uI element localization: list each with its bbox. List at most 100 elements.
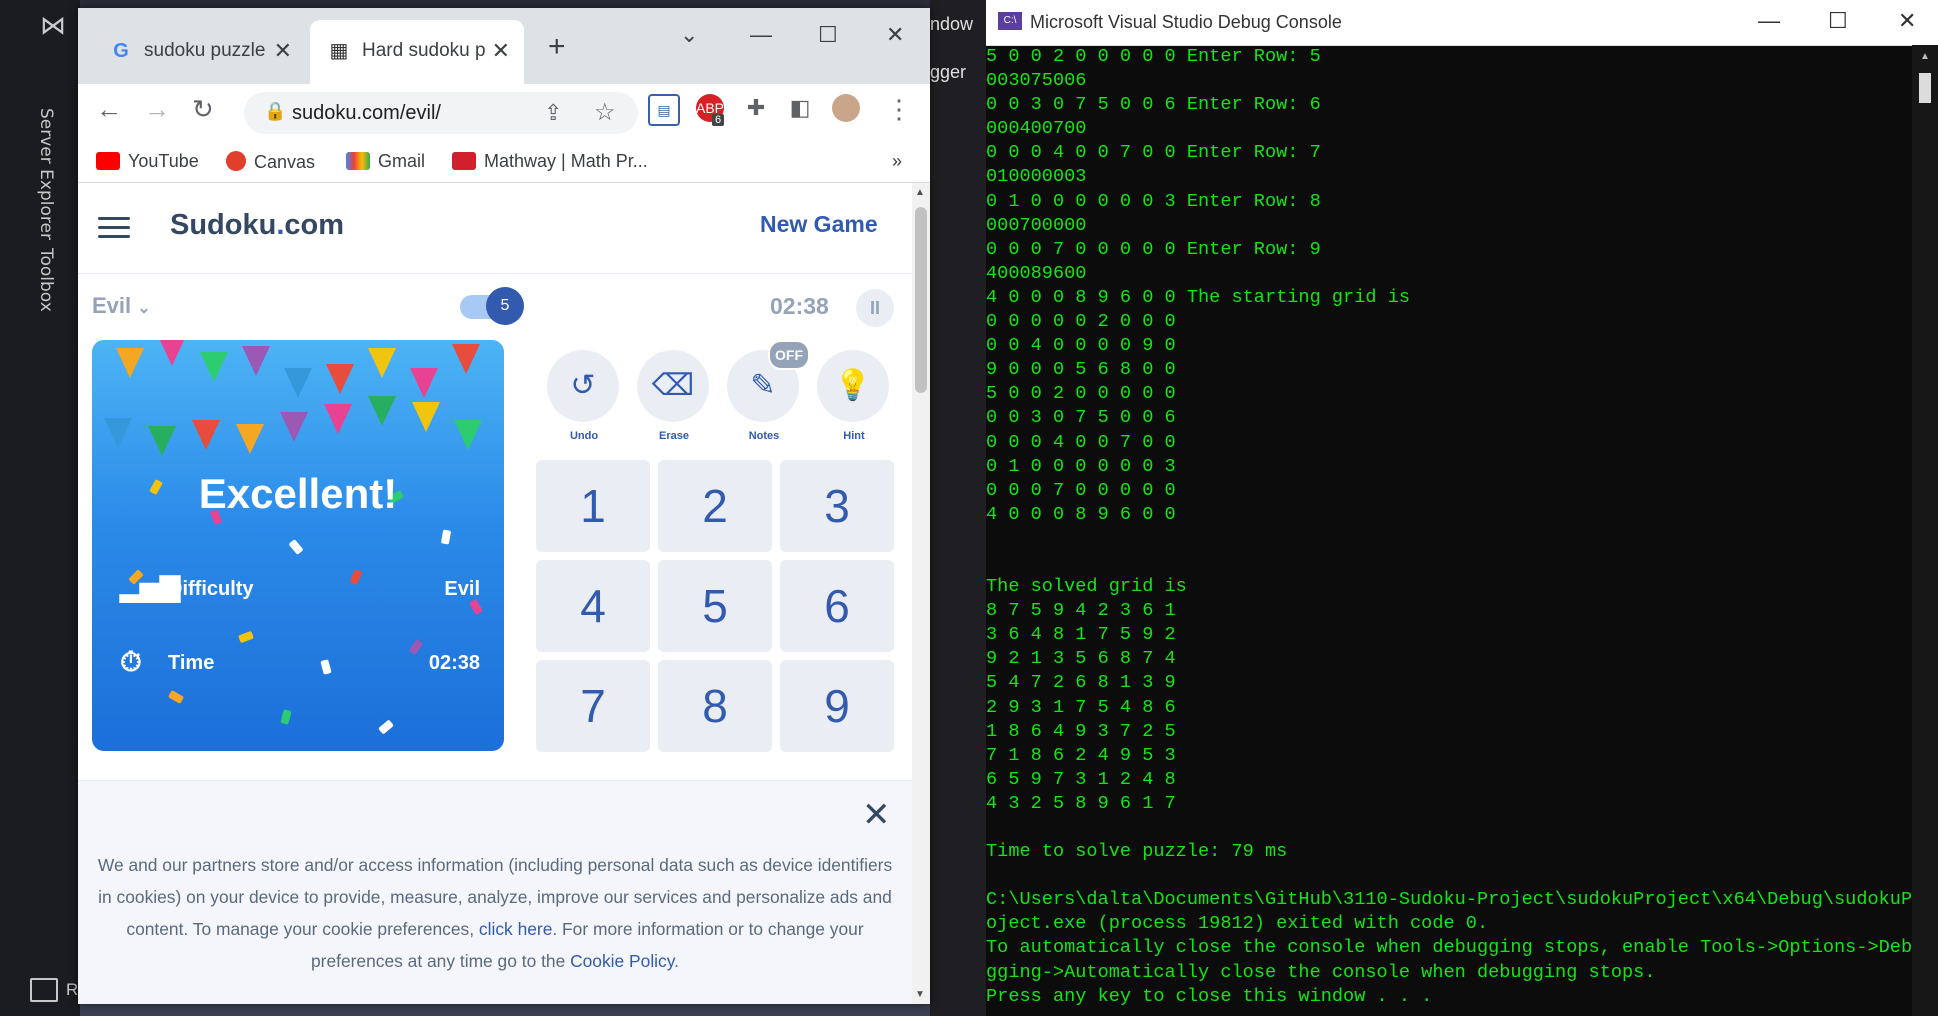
server-explorer-tab[interactable]: Server Explorer	[36, 108, 56, 240]
visual-studio-logo-icon: ⋈	[40, 10, 66, 40]
hint-button[interactable]: 💡 Hint	[817, 350, 891, 442]
bunting-flag	[148, 426, 176, 456]
console-line: 0 0 0 7 0 0 0 0 0	[986, 479, 1176, 501]
close-window-icon[interactable]: ✕	[1898, 8, 1916, 34]
undo-button[interactable]: ↺ Undo	[547, 350, 621, 442]
console-line: 5 4 7 2 6 8 1 3 9	[986, 672, 1176, 694]
number-key-5[interactable]: 5	[658, 560, 772, 652]
tab-hard-sudoku[interactable]: ▦ Hard sudoku p ✕	[310, 20, 524, 84]
lock-icon[interactable]: 🔒	[264, 101, 286, 122]
scroll-up-icon[interactable]: ▲	[1920, 51, 1930, 62]
bunting-flag	[104, 418, 132, 448]
number-key-7[interactable]: 7	[536, 660, 650, 752]
difficulty-dropdown[interactable]: Evil ⌄	[92, 293, 151, 319]
console-line: 000700000	[986, 214, 1087, 236]
maximize-icon[interactable]: ☐	[1828, 8, 1848, 34]
minimize-icon[interactable]: —	[1758, 8, 1780, 34]
share-icon[interactable]: ⇪	[544, 100, 562, 126]
hamburger-menu-icon[interactable]	[98, 217, 130, 239]
bookmarks-bar: YouTube Canvas Gmail Mathway | Math Pr..…	[78, 142, 930, 183]
console-line: 9 0 0 0 5 6 8 0 0	[986, 359, 1176, 381]
console-line: 0 0 0 7 0 0 0 0 0 Enter Row: 9	[986, 238, 1321, 260]
page-scrollbar[interactable]: ▲ ▼	[912, 183, 930, 1004]
number-key-1[interactable]: 1	[536, 460, 650, 552]
calculator-extension-icon[interactable]: ▤	[648, 94, 680, 126]
pause-button[interactable]: II	[856, 289, 894, 327]
menu-fragment-window[interactable]: ndow	[930, 14, 973, 35]
cookie-text-part: .	[674, 951, 679, 971]
bookmarks-overflow-icon[interactable]: »	[892, 151, 902, 172]
console-output[interactable]: 5 0 0 2 0 0 0 0 0 Enter Row: 5 003075006 0…	[986, 45, 1912, 1016]
back-icon[interactable]: ←	[96, 94, 122, 125]
auto-check-toggle[interactable]: 5	[460, 287, 524, 325]
tab-title: sudoku puzzle	[144, 40, 266, 61]
extensions-puzzle-icon[interactable]: ✚	[742, 94, 770, 122]
debug-console-window: C:\ Microsoft Visual Studio Debug Consol…	[986, 0, 1938, 1016]
toolbox-tab[interactable]: Toolbox	[36, 248, 56, 312]
site-header: Sudoku.com New Game	[78, 183, 912, 274]
tab-sudoku-puzzle[interactable]: G sudoku puzzle ✕	[92, 20, 306, 84]
number-key-4[interactable]: 4	[536, 560, 650, 652]
close-tab-icon[interactable]: ✕	[492, 38, 510, 64]
bookmark-canvas[interactable]: Canvas	[226, 151, 315, 173]
url-text: sudoku.com/evil/	[292, 102, 441, 124]
console-scrollbar[interactable]: ▲	[1912, 45, 1938, 1016]
undo-label: Undo	[569, 430, 599, 442]
tab-search-icon[interactable]: ⌄	[680, 22, 698, 48]
reload-icon[interactable]: ↻	[192, 94, 214, 125]
erase-label: Erase	[659, 430, 689, 442]
console-line: 000400700	[986, 118, 1087, 140]
new-tab-button[interactable]: +	[548, 30, 566, 64]
number-key-3[interactable]: 3	[780, 460, 894, 552]
number-key-8[interactable]: 8	[658, 660, 772, 752]
console-line: 0 0 0 0 0 2 0 0 0	[986, 311, 1176, 333]
close-tab-icon[interactable]: ✕	[274, 38, 292, 64]
scroll-up-icon[interactable]: ▲	[915, 187, 925, 198]
output-window-icon[interactable]	[30, 978, 58, 1002]
close-window-icon[interactable]: ✕	[886, 22, 904, 48]
bunting-flag	[368, 396, 396, 426]
maximize-icon[interactable]: ☐	[818, 22, 838, 48]
chrome-menu-icon[interactable]: ⋮	[886, 94, 912, 125]
forward-icon[interactable]: →	[144, 94, 170, 125]
sudoku-grid-icon: ▦	[329, 40, 349, 62]
site-logo[interactable]: Sudoku.com	[170, 209, 344, 242]
difficulty-label: Difficulty	[168, 578, 254, 600]
erase-button[interactable]: ⌫ Erase	[637, 350, 711, 442]
bookmark-label: YouTube	[128, 151, 199, 171]
bookmark-star-icon[interactable]: ☆	[594, 98, 616, 127]
console-line: 4 0 0 0 8 9 6 0 0 The starting grid is	[986, 286, 1411, 308]
address-bar[interactable]: 🔒 sudoku.com/evil/ ⇪ ☆	[244, 92, 638, 134]
scrollbar-thumb[interactable]	[1919, 73, 1931, 103]
bookmark-youtube[interactable]: YouTube	[96, 151, 199, 172]
confetti	[408, 638, 424, 656]
new-game-button[interactable]: New Game	[760, 211, 878, 238]
visual-studio-editor-strip: ndow gger	[930, 0, 986, 1016]
time-label: Time	[168, 652, 215, 674]
bunting-flag	[324, 404, 352, 434]
number-key-9[interactable]: 9	[780, 660, 894, 752]
bunting-flag	[192, 420, 220, 450]
close-icon[interactable]: ✕	[862, 795, 891, 835]
minimize-icon[interactable]: —	[750, 22, 772, 48]
cookie-preferences-link[interactable]: click here	[479, 919, 552, 939]
console-line: 010000003	[986, 166, 1087, 188]
number-key-6[interactable]: 6	[780, 560, 894, 652]
profile-avatar[interactable]	[832, 94, 860, 122]
bunting-flag	[284, 368, 312, 398]
scrollbar-thumb[interactable]	[915, 207, 927, 393]
console-line: 5 0 0 2 0 0 0 0 0	[986, 383, 1176, 405]
difficulty-value: Evil	[92, 293, 132, 318]
bookmark-mathway[interactable]: Mathway | Math Pr...	[452, 151, 648, 172]
console-line: 4 3 2 5 8 9 6 1 7	[986, 792, 1176, 814]
menu-fragment-debugger[interactable]: gger	[930, 62, 966, 83]
cookie-policy-link[interactable]: Cookie Policy	[570, 951, 674, 971]
scroll-down-icon[interactable]: ▼	[915, 989, 925, 1000]
number-key-2[interactable]: 2	[658, 460, 772, 552]
side-panel-icon[interactable]: ◧	[786, 94, 814, 122]
bookmark-gmail[interactable]: Gmail	[346, 151, 425, 172]
confetti	[349, 568, 363, 586]
console-line: C:\Users\dalta\Documents\GitHub\3110-Sud…	[986, 889, 1912, 911]
